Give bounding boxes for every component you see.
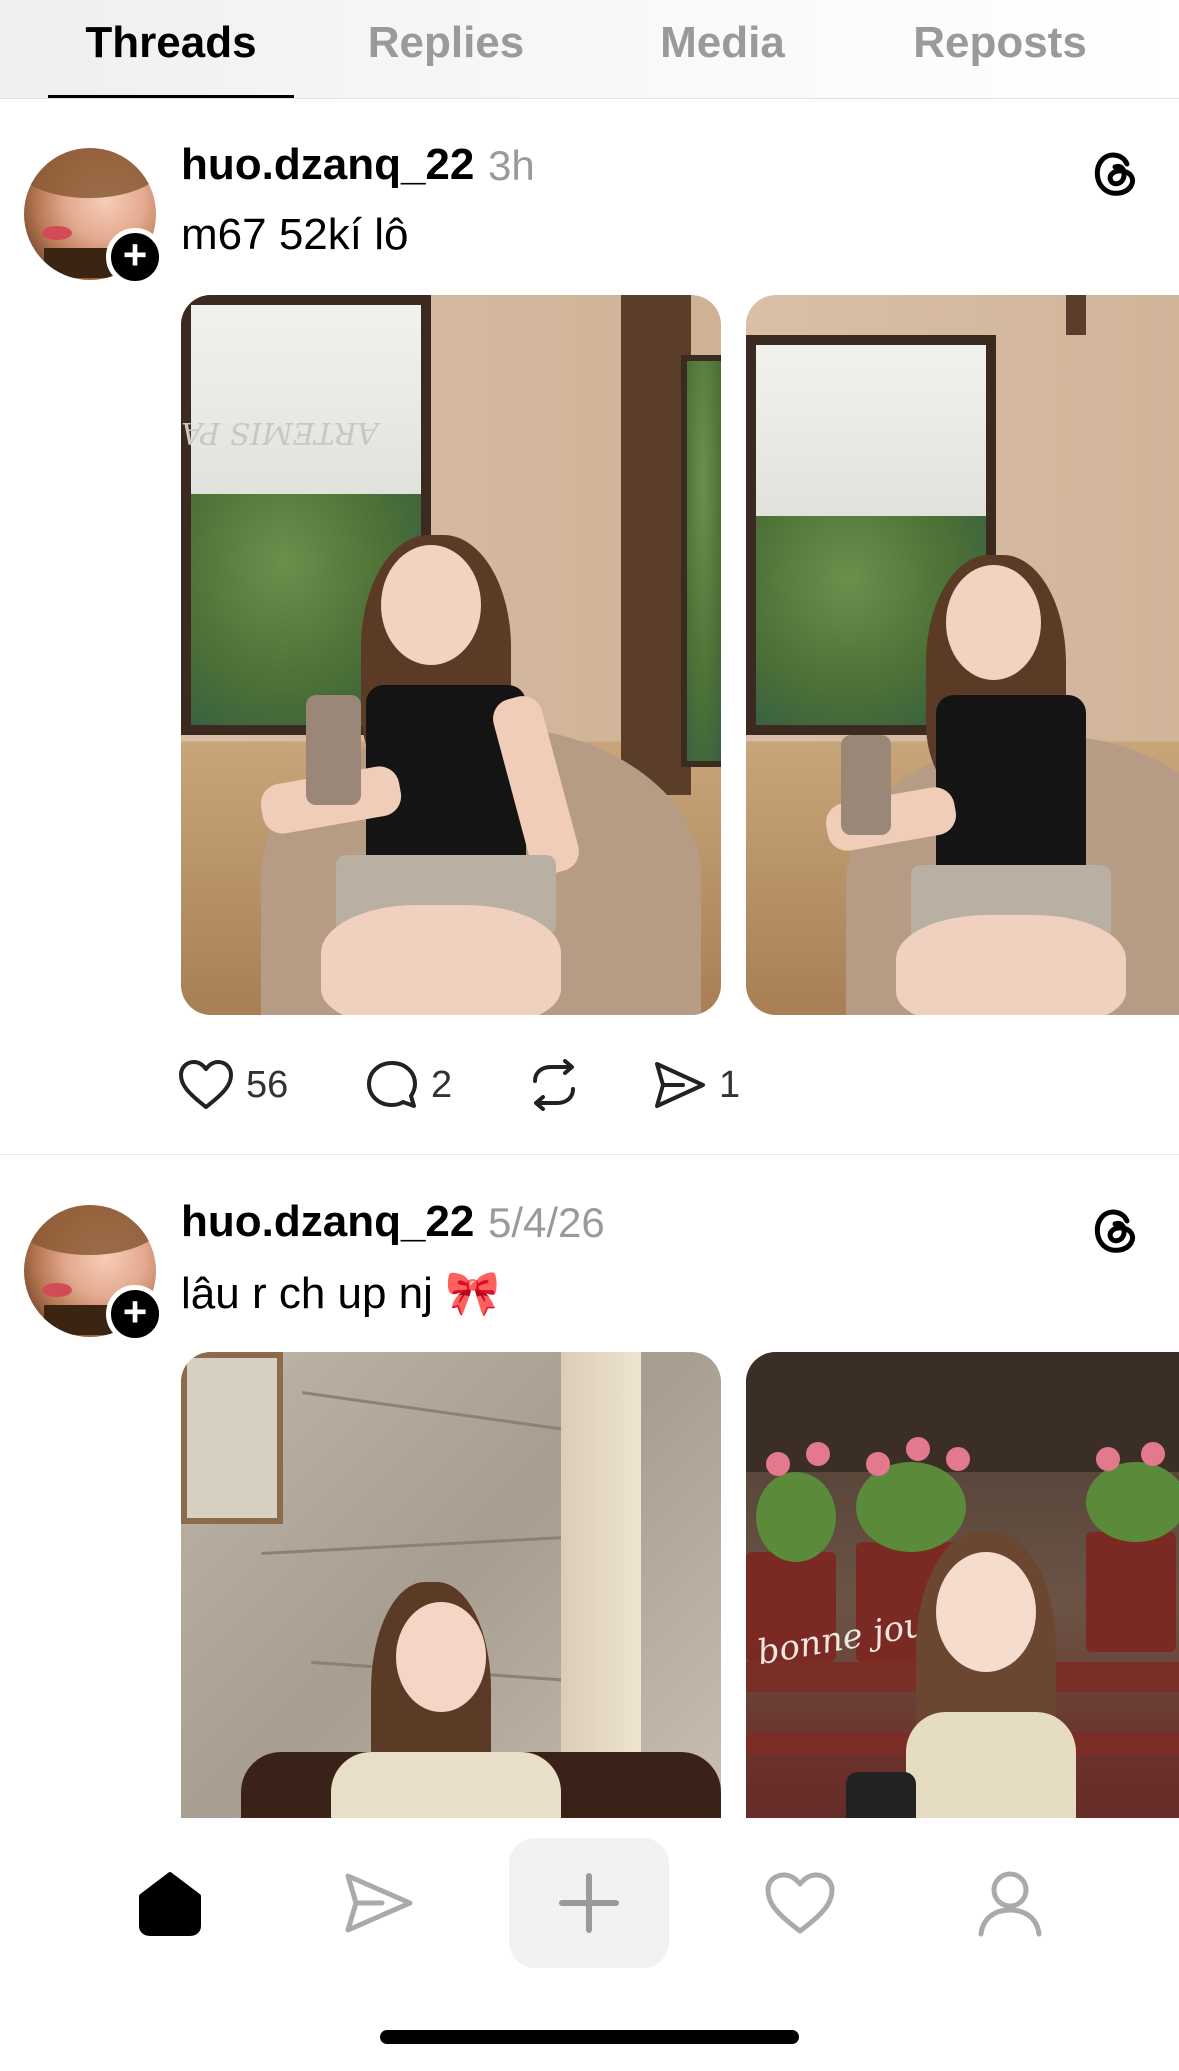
repost-icon	[533, 1059, 575, 1111]
tab-threads[interactable]: Threads	[48, 18, 294, 74]
post-timestamp: 5/4/26	[488, 1199, 605, 1246]
thread-post[interactable]: + huo.dzanq_22 5/4/26 lâu r ch up nj 🎀 b…	[0, 1197, 1179, 1825]
share-button[interactable]: 1	[653, 1055, 740, 1115]
post-photo[interactable]	[746, 295, 1179, 1015]
threads-logo-icon[interactable]	[1089, 146, 1143, 200]
post-username[interactable]: huo.dzanq_22	[181, 140, 474, 190]
avatar[interactable]: +	[24, 148, 164, 288]
send-icon	[345, 1873, 413, 1933]
heart-icon	[765, 1872, 835, 1934]
avatar[interactable]: +	[24, 1205, 164, 1345]
comment-icon	[367, 1061, 417, 1108]
profile-icon	[978, 1871, 1042, 1937]
heart-icon	[179, 1060, 233, 1109]
media-carousel[interactable]: bonne journée	[0, 1352, 1179, 1822]
share-count: 1	[719, 1063, 741, 1106]
thread-post[interactable]: + huo.dzanq_22 3h m67 52kí lô ARTEMIS PA	[0, 140, 1179, 1148]
repost-button[interactable]	[527, 1055, 581, 1115]
like-button[interactable]: 56	[178, 1055, 288, 1115]
home-icon	[139, 1872, 201, 1936]
active-tab-indicator	[48, 95, 294, 98]
follow-plus-icon[interactable]: +	[106, 228, 164, 286]
post-actions: 56 2 1	[0, 1055, 1179, 1115]
post-photo[interactable]	[181, 1352, 721, 1822]
tab-reposts[interactable]: Reposts	[880, 18, 1120, 74]
nav-messages[interactable]	[334, 1858, 424, 1948]
nav-profile[interactable]	[965, 1858, 1055, 1948]
profile-tabs: Threads Replies Media Reposts	[0, 0, 1179, 99]
nav-home[interactable]	[125, 1858, 215, 1948]
like-count: 56	[246, 1063, 289, 1106]
post-photo[interactable]: ARTEMIS PA	[181, 295, 721, 1015]
threads-logo-icon[interactable]	[1089, 1203, 1143, 1257]
tab-media[interactable]: Media	[620, 18, 825, 74]
nav-activity[interactable]	[755, 1858, 845, 1948]
tab-replies[interactable]: Replies	[340, 18, 552, 74]
post-caption: lâu r ch up nj 🎀	[181, 1269, 500, 1318]
create-post-button[interactable]	[509, 1838, 669, 1968]
storefront-sign-text: ARTEMIS PA	[181, 415, 379, 450]
home-indicator	[380, 2030, 799, 2044]
post-photo[interactable]: bonne journée	[746, 1352, 1179, 1822]
plus-icon	[559, 1873, 619, 1933]
reply-button[interactable]: 2	[365, 1055, 452, 1115]
post-timestamp: 3h	[488, 142, 535, 189]
follow-plus-icon[interactable]: +	[106, 1285, 164, 1343]
media-carousel[interactable]: ARTEMIS PA	[0, 295, 1179, 1015]
post-username[interactable]: huo.dzanq_22	[181, 1197, 474, 1247]
post-divider	[0, 1154, 1179, 1155]
reply-count: 2	[431, 1063, 453, 1106]
post-caption: m67 52kí lô	[181, 210, 409, 259]
send-icon	[655, 1062, 705, 1108]
